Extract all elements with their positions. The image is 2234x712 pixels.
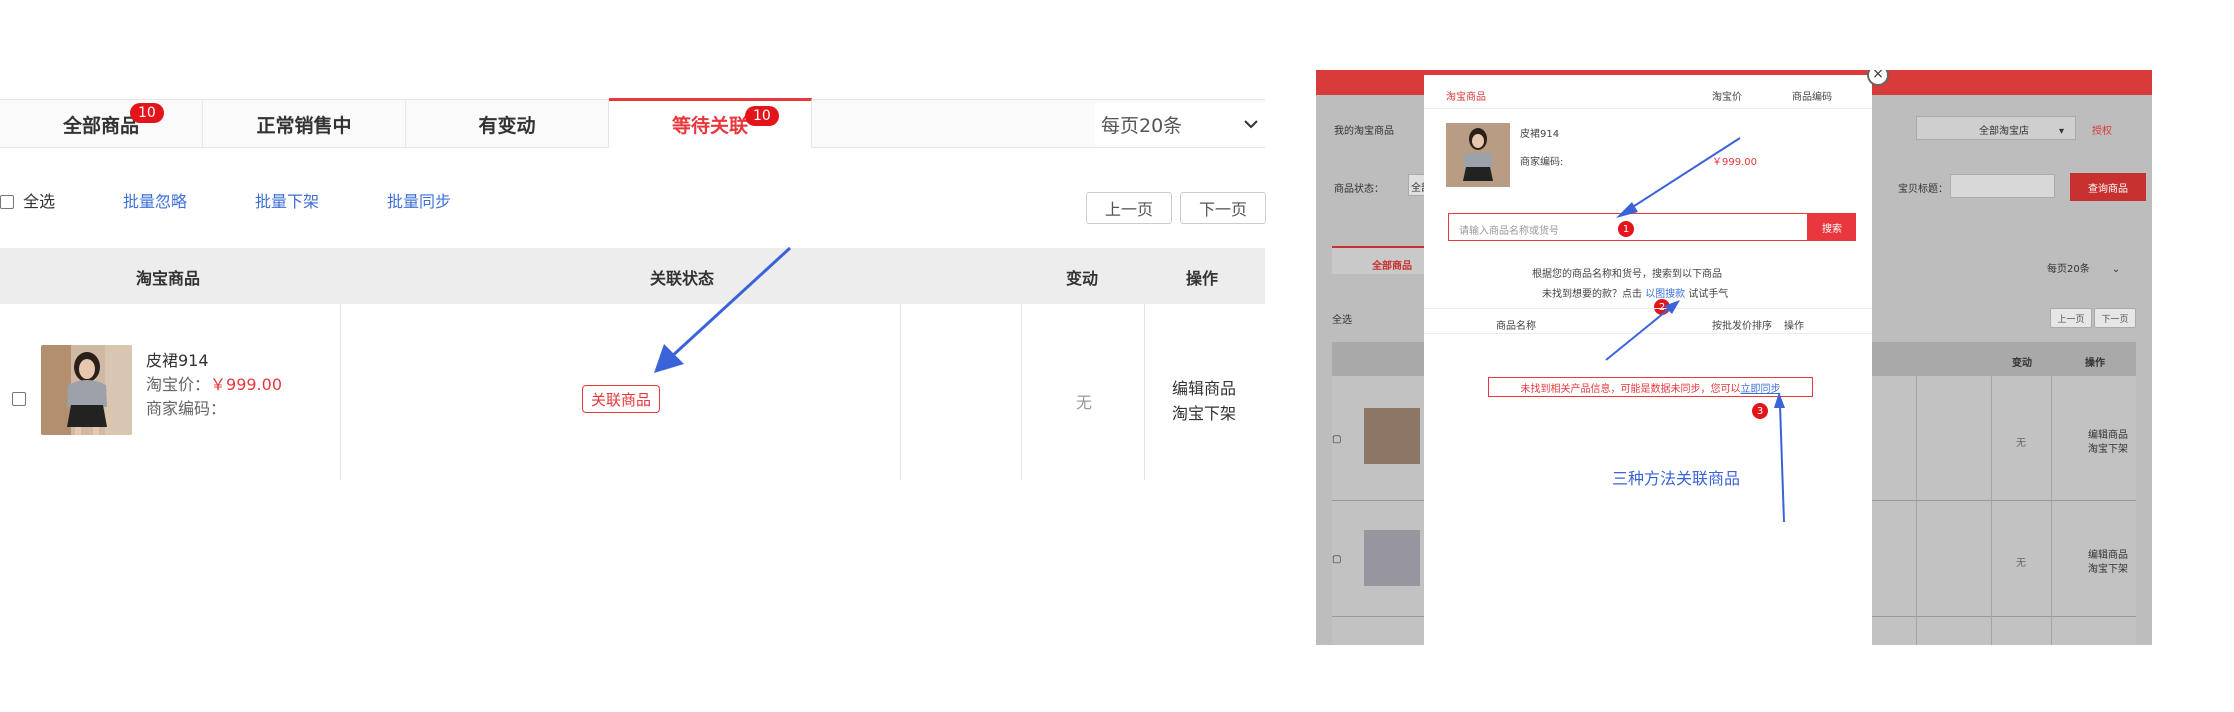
table-header: 淘宝商品 关联状态 变动 操作	[0, 248, 1265, 304]
batch-ignore-link[interactable]: 批量忽略	[123, 188, 187, 212]
col-change: 变动	[1066, 269, 1099, 288]
row-checkbox[interactable]	[12, 392, 26, 406]
select-all-label: 全选	[23, 192, 56, 211]
tab-badge: 10	[130, 103, 164, 123]
tutorial-screenshot: 我的淘宝商品 商品状态： 全部 全部淘宝店 ▾ 授权 宝贝标题： 查询商品 全部商…	[1316, 70, 2152, 645]
row-divider	[1144, 304, 1145, 480]
tab-all-products[interactable]: 全部商品 10	[0, 100, 203, 148]
product-thumbnail	[41, 345, 132, 435]
row-divider	[1021, 304, 1022, 480]
pointer-arrow	[654, 246, 792, 373]
tab-on-sale[interactable]: 正常销售中	[203, 100, 406, 148]
product-name: 皮裙914	[146, 351, 209, 370]
per-page-value: 每页20条	[1101, 114, 1183, 137]
batch-sync-link[interactable]: 批量同步	[387, 188, 451, 212]
link-product-button[interactable]: 关联商品	[582, 385, 660, 413]
col-action: 操作	[1186, 269, 1219, 288]
merchant-code-label: 商家编码：	[146, 399, 227, 418]
change-value: 无	[1076, 393, 1093, 412]
product-tabs: 全部商品 10 正常销售中 有变动 等待关联 10	[0, 98, 1265, 148]
select-all-checkbox[interactable]	[0, 195, 14, 209]
next-page-button[interactable]: 下一页	[1180, 192, 1266, 224]
tab-pending-link[interactable]: 等待关联 10	[609, 98, 812, 148]
main-product-panel: 全部商品 10 正常销售中 有变动 等待关联 10 每页20条 全选 批量忽略 …	[0, 0, 1270, 712]
product-price-line: 淘宝价：￥999.00	[146, 371, 282, 395]
tab-all-products-label: 全部商品	[62, 114, 139, 137]
tab-on-sale-label: 正常销售中	[256, 114, 352, 137]
annotation-arrows	[1605, 137, 1785, 523]
chevron-down-icon	[1244, 120, 1258, 129]
edit-product-link[interactable]: 编辑商品	[1172, 375, 1236, 399]
row-divider	[340, 304, 341, 480]
per-page-select[interactable]: 每页20条	[1095, 103, 1265, 145]
price-label: 淘宝价：	[146, 375, 211, 394]
prev-page-button[interactable]: 上一页	[1086, 192, 1172, 224]
tab-badge: 10	[745, 106, 779, 126]
row-divider	[900, 304, 901, 480]
col-taobao-product: 淘宝商品	[136, 269, 201, 288]
batch-offshelf-link[interactable]: 批量下架	[255, 188, 319, 212]
select-all[interactable]: 全选	[0, 188, 55, 212]
tab-changed[interactable]: 有变动	[406, 100, 609, 148]
taobao-offshelf-link[interactable]: 淘宝下架	[1172, 400, 1236, 424]
tab-pending-link-label: 等待关联	[671, 115, 748, 137]
product-price: ￥999.00	[210, 375, 283, 394]
tab-changed-label: 有变动	[478, 114, 536, 137]
